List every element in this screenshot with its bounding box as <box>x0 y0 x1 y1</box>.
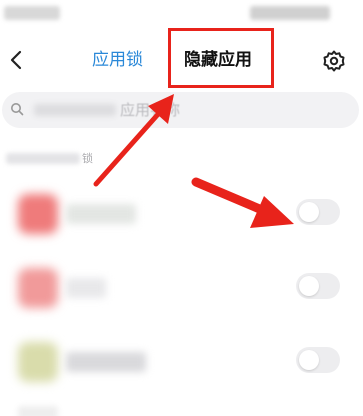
toggle-knob <box>299 350 319 370</box>
header: 应用锁 隐藏应用 <box>0 28 363 88</box>
list-item <box>0 332 363 392</box>
back-button[interactable] <box>6 46 28 74</box>
section-title-blur <box>6 153 80 164</box>
app-icon <box>18 342 58 382</box>
section-title: 锁 <box>82 152 93 165</box>
toggle-knob <box>299 276 319 296</box>
list-item <box>0 258 363 318</box>
search-placeholder-blur <box>34 104 116 116</box>
list-item <box>0 184 363 244</box>
status-icons <box>250 6 330 20</box>
app-name <box>66 352 146 372</box>
partial-list-item <box>18 406 58 416</box>
search-placeholder: 应用名称 <box>120 101 181 119</box>
search-input[interactable]: 应用名称 <box>2 92 359 128</box>
hide-toggle[interactable] <box>296 347 340 373</box>
app-icon <box>18 194 58 234</box>
tab-app-lock[interactable]: 应用锁 <box>92 48 143 72</box>
settings-button[interactable] <box>322 49 346 73</box>
status-time <box>4 6 60 20</box>
hide-toggle[interactable] <box>296 273 340 299</box>
app-name <box>66 204 136 224</box>
status-bar <box>0 0 363 30</box>
app-icon <box>18 268 58 308</box>
gear-icon <box>323 50 345 72</box>
search-icon <box>11 103 24 116</box>
tab-hidden-apps[interactable]: 隐藏应用 <box>184 48 252 72</box>
chevron-left-icon <box>10 50 22 70</box>
app-name <box>66 278 106 298</box>
hide-toggle[interactable] <box>296 199 340 225</box>
toggle-knob <box>299 202 319 222</box>
hide-apps-screen: 应用锁 隐藏应用 应用名称 锁 <box>0 0 363 416</box>
